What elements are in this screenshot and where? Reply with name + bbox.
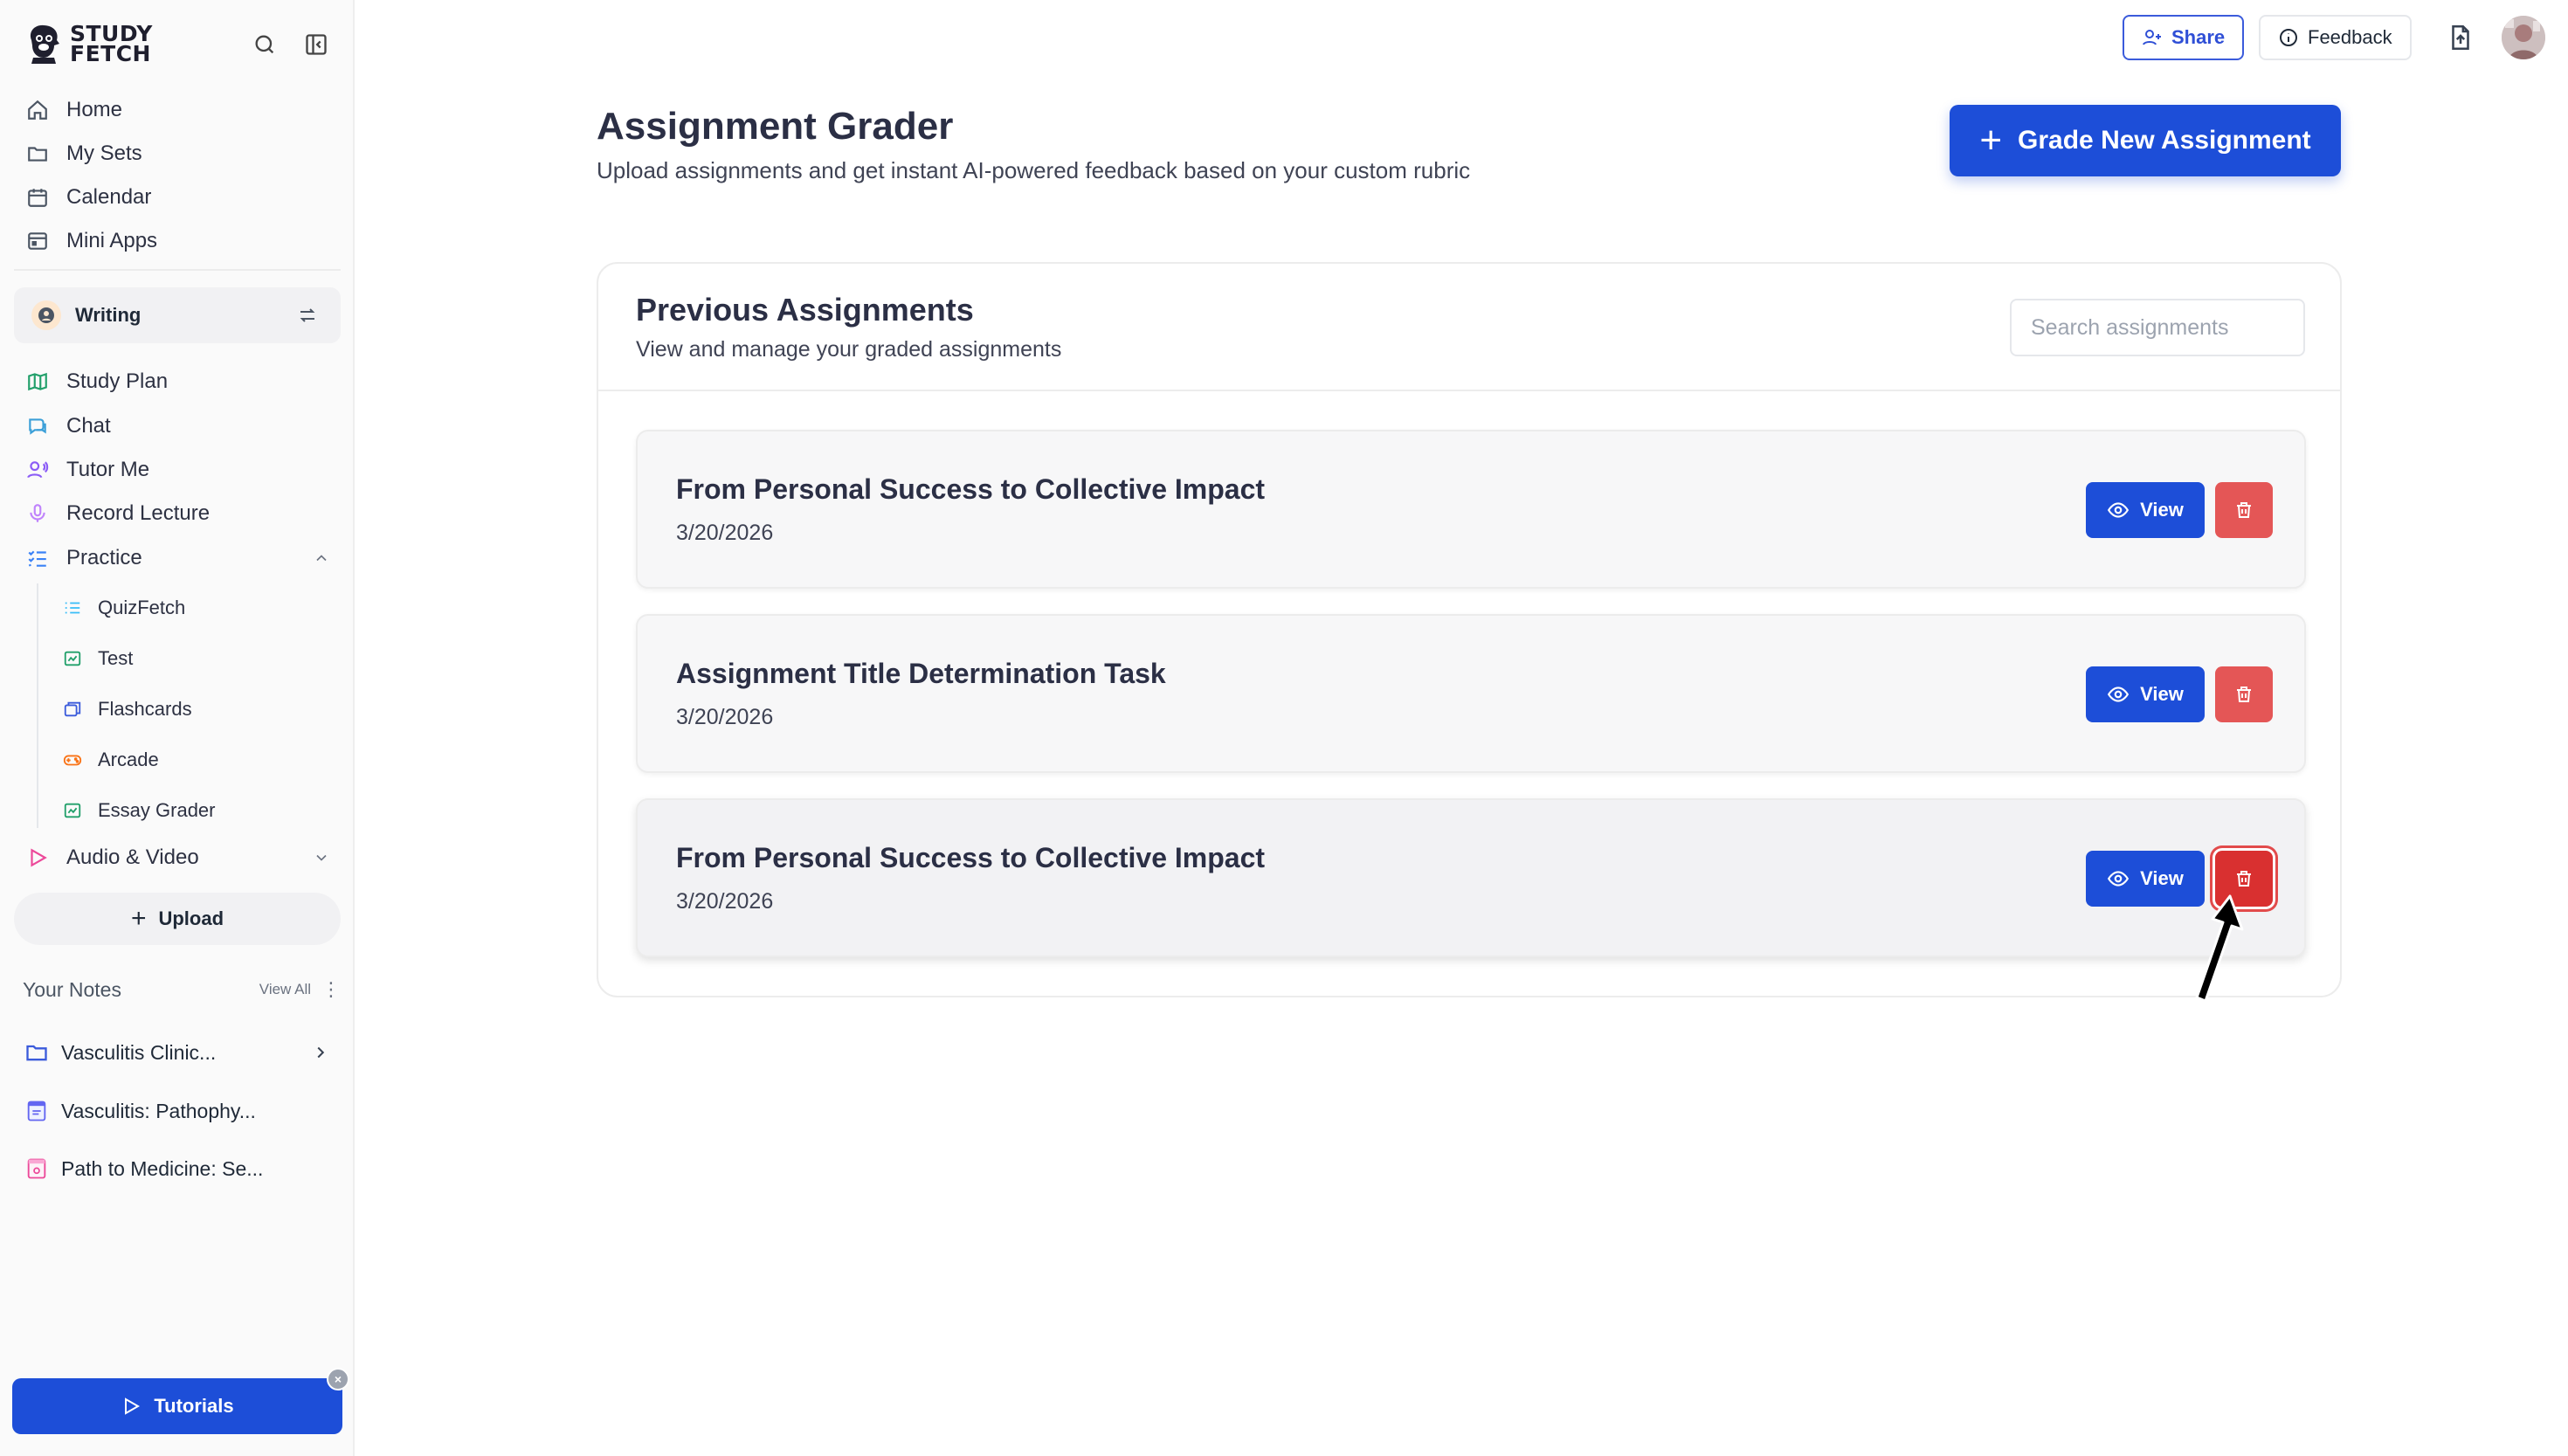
logo-wordmark: STUDY FETCH: [70, 21, 153, 66]
assignment-title: Assignment Title Determination Task: [676, 658, 1166, 689]
share-button[interactable]: Share: [2123, 15, 2245, 60]
list-check-icon: [24, 545, 51, 571]
close-tutorials-icon[interactable]: ×: [327, 1368, 349, 1390]
chevron-right-icon: [311, 1043, 330, 1062]
nav-essay-grader[interactable]: Essay Grader: [61, 795, 216, 826]
plus-icon: +: [130, 904, 147, 933]
map-icon: [24, 369, 51, 395]
assignment-date: 3/20/2026: [676, 889, 774, 914]
practice-tree-line: [37, 583, 38, 828]
nav-arcade[interactable]: Arcade: [61, 744, 159, 776]
eye-icon: [2107, 499, 2130, 521]
play-icon: [24, 845, 51, 871]
switch-workspace-icon[interactable]: [297, 305, 318, 326]
test-icon: [61, 647, 84, 670]
collapse-sidebar-icon[interactable]: [301, 30, 331, 59]
view-all-link[interactable]: View All: [259, 981, 311, 998]
nav-quizfetch[interactable]: QuizFetch: [61, 592, 185, 624]
workspace-selector[interactable]: Writing: [14, 287, 341, 343]
quiz-list-icon: [61, 597, 84, 619]
note-icon: [24, 1099, 49, 1123]
assignment-date: 3/20/2026: [676, 705, 774, 729]
assignment-card[interactable]: From Personal Success to Collective Impa…: [636, 798, 2306, 957]
calendar-icon: [24, 184, 51, 210]
view-button[interactable]: View: [2086, 851, 2205, 907]
user-avatar[interactable]: [2502, 16, 2545, 59]
page-title: Assignment Grader: [597, 105, 954, 148]
workspace-avatar: [31, 300, 61, 330]
search-assignments-input[interactable]: [2010, 299, 2305, 356]
sidebar: STUDY FETCH Home My Sets Calendar Mini A…: [0, 0, 355, 1456]
note-folder-item[interactable]: Vasculitis Clinic...: [24, 1033, 339, 1072]
home-icon: [24, 97, 51, 123]
nav-chat[interactable]: Chat: [24, 409, 111, 444]
upload-button[interactable]: + Upload: [14, 893, 341, 945]
your-notes-header: Your Notes View All ⋮: [23, 977, 341, 1001]
previous-assignments-panel: Previous Assignments View and manage you…: [597, 262, 2342, 997]
mouse-pointer-icon: [2188, 891, 2244, 1004]
plus-icon: +: [1979, 119, 2003, 162]
panel-header: Previous Assignments View and manage you…: [598, 264, 2340, 391]
folder-icon: [24, 1040, 49, 1065]
nav-record-lecture[interactable]: Record Lecture: [24, 496, 210, 531]
trash-icon: [2233, 868, 2254, 889]
eye-icon: [2107, 683, 2130, 706]
more-options-icon[interactable]: ⋮: [321, 978, 341, 1001]
folder-icon: [24, 141, 51, 167]
file-upload-icon[interactable]: [2446, 23, 2475, 52]
nav-my-sets[interactable]: My Sets: [24, 136, 142, 171]
app-window-icon: [24, 228, 51, 254]
nav-tutor-me[interactable]: Tutor Me: [24, 452, 149, 487]
nav-practice[interactable]: Practice: [24, 541, 330, 576]
nav-study-plan[interactable]: Study Plan: [24, 364, 168, 399]
assignment-title: From Personal Success to Collective Impa…: [676, 473, 1266, 505]
nav-audio-video[interactable]: Audio & Video: [24, 840, 330, 875]
chat-icon: [24, 413, 51, 439]
nav-test[interactable]: Test: [61, 643, 133, 674]
chevron-down-icon: [313, 849, 330, 866]
nav-home[interactable]: Home: [24, 93, 122, 128]
trash-icon: [2233, 500, 2254, 521]
nav-mini-apps[interactable]: Mini Apps: [24, 224, 157, 259]
chevron-up-icon: [313, 549, 330, 567]
assignment-title: From Personal Success to Collective Impa…: [676, 842, 1266, 873]
panel-title: Previous Assignments: [636, 292, 974, 328]
search-icon[interactable]: [250, 30, 280, 59]
essay-grader-icon: [61, 799, 84, 822]
studyfetch-logo[interactable]: STUDY FETCH: [24, 23, 153, 65]
panel-subtitle: View and manage your graded assignments: [636, 337, 1062, 362]
play-icon: [121, 1396, 142, 1417]
view-button[interactable]: View: [2086, 666, 2205, 722]
feedback-button[interactable]: Feedback: [2259, 15, 2412, 60]
sidebar-divider: [14, 269, 341, 271]
page-subtitle: Upload assignments and get instant AI-po…: [597, 157, 1471, 183]
grade-new-assignment-button[interactable]: + Grade New Assignment: [1950, 105, 2341, 176]
view-button[interactable]: View: [2086, 482, 2205, 538]
note-icon: [24, 1156, 49, 1181]
note-item[interactable]: Path to Medicine: Se...: [24, 1149, 339, 1188]
delete-button[interactable]: [2215, 482, 2273, 538]
note-item[interactable]: Vasculitis: Pathophy...: [24, 1092, 339, 1130]
assignment-date: 3/20/2026: [676, 521, 774, 545]
add-user-icon: [2142, 27, 2163, 48]
eye-icon: [2107, 867, 2130, 890]
trash-icon: [2233, 684, 2254, 705]
assignment-card[interactable]: Assignment Title Determination Task 3/20…: [636, 614, 2306, 773]
tutorials-button[interactable]: Tutorials: [12, 1378, 342, 1434]
flashcards-icon: [61, 698, 84, 721]
microphone-icon: [24, 500, 51, 527]
tutor-icon: [24, 457, 51, 483]
nav-flashcards[interactable]: Flashcards: [61, 693, 192, 725]
delete-button[interactable]: [2215, 666, 2273, 722]
gamepad-icon: [61, 749, 84, 771]
assignment-card[interactable]: From Personal Success to Collective Impa…: [636, 430, 2306, 589]
nav-calendar[interactable]: Calendar: [24, 180, 151, 215]
info-icon: [2278, 27, 2299, 48]
dog-logo-icon: [24, 23, 63, 65]
